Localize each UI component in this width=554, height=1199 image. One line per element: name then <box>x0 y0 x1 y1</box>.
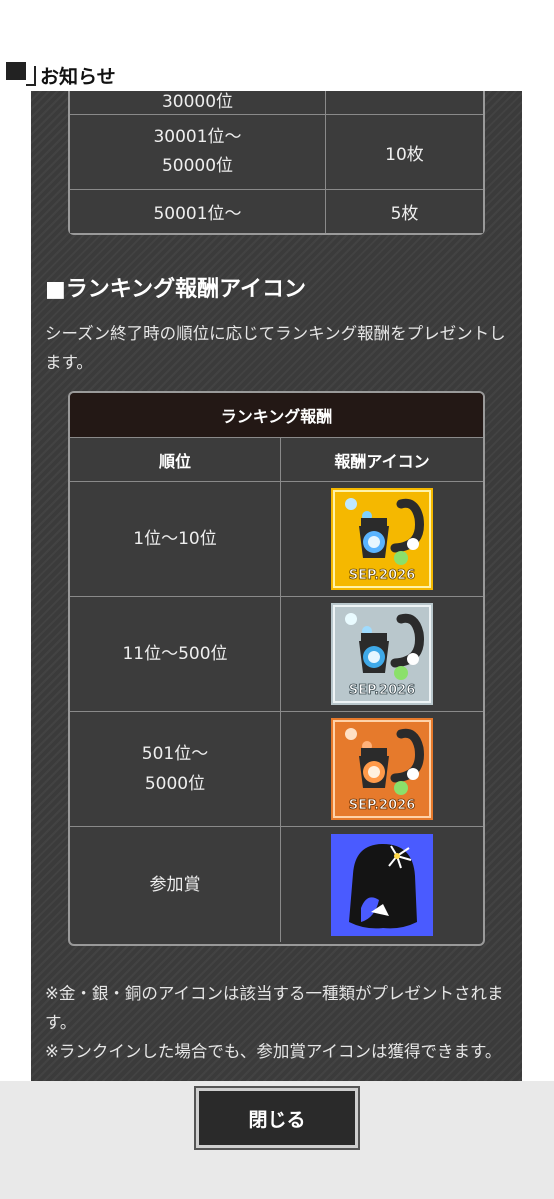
icon-cell: SEP.2026 <box>281 482 483 596</box>
svg-text:SEP.2026: SEP.2026 <box>349 568 416 583</box>
header-icon: 報酬アイコン <box>334 451 430 471</box>
table-caption: ランキング報酬 <box>70 393 483 438</box>
section-heading: ■ランキング報酬アイコン <box>45 277 307 302</box>
rank-cell: 50001位〜 <box>70 190 326 233</box>
silver-lantern-cat-icon: SEP.2026 <box>331 603 433 705</box>
table-row: 11位〜500位 SEP.2026 <box>70 597 483 712</box>
icon-cell <box>281 827 483 942</box>
icon-cell: SEP.2026 <box>281 712 483 826</box>
notice-content[interactable]: 30000位 30001位〜 50000位 10枚 50001位〜 5枚 ■ラン… <box>31 91 522 1086</box>
reward-cell <box>326 91 483 114</box>
reward-cell: 10枚 <box>385 144 424 165</box>
table-row: 30000位 <box>70 91 483 114</box>
notice-header: お知らせ <box>0 58 554 92</box>
note-item: ※ランクインした場合でも、参加賞アイコンは獲得できます。 <box>45 1042 502 1061</box>
header-rank: 順位 <box>70 438 281 481</box>
rank-cell: 30001位〜 50000位 <box>70 115 326 189</box>
bronze-lantern-cat-icon: SEP.2026 <box>331 718 433 820</box>
rank-cell: 11位〜500位 <box>70 597 281 711</box>
reward-cell: 5枚 <box>390 204 419 224</box>
gold-lantern-cat-icon: SEP.2026 <box>331 488 433 590</box>
reward-count-table: 30000位 30001位〜 50000位 10枚 50001位〜 5枚 <box>68 91 485 235</box>
header-square-icon <box>6 62 26 80</box>
section-description: シーズン終了時の順位に応じてランキング報酬をプレゼントします。 <box>45 324 506 372</box>
footer-bar: 閉じる <box>0 1081 554 1199</box>
svg-text:SEP.2026: SEP.2026 <box>349 683 416 698</box>
rank-cell: 30000位 <box>70 91 326 114</box>
rank-cell: 501位〜 5000位 <box>70 712 281 826</box>
svg-text:SEP.2026: SEP.2026 <box>349 798 416 813</box>
close-button[interactable]: 閉じる <box>194 1086 360 1150</box>
rank-cell: 1位〜10位 <box>70 482 281 596</box>
rank-cell: 参加賞 <box>70 827 281 942</box>
table-row: 1位〜10位 SEP.2026 <box>70 482 483 597</box>
header-bracket-icon <box>26 66 36 86</box>
page-title: お知らせ <box>40 66 116 88</box>
ranking-reward-table: ランキング報酬 順位 報酬アイコン 1位〜10位 SEP.2026 11位〜50… <box>68 391 485 946</box>
table-header-row: 順位 報酬アイコン <box>70 438 483 482</box>
table-row: 501位〜 5000位 SEP.2026 <box>70 712 483 827</box>
table-row: 30001位〜 50000位 10枚 <box>70 114 483 189</box>
notes: ※金・銀・銅のアイコンは該当する一種類がプレゼントされます。 ※ランクインした場… <box>45 979 515 1066</box>
table-row: 参加賞 <box>70 827 483 942</box>
note-item: ※金・銀・銅のアイコンは該当する一種類がプレゼントされます。 <box>45 984 504 1032</box>
notice-screen: お知らせ 30000位 30001位〜 50000位 10枚 50001位〜 5… <box>0 0 554 1199</box>
icon-cell: SEP.2026 <box>281 597 483 711</box>
participation-silhouette-icon <box>331 833 433 936</box>
table-row: 50001位〜 5枚 <box>70 189 483 233</box>
